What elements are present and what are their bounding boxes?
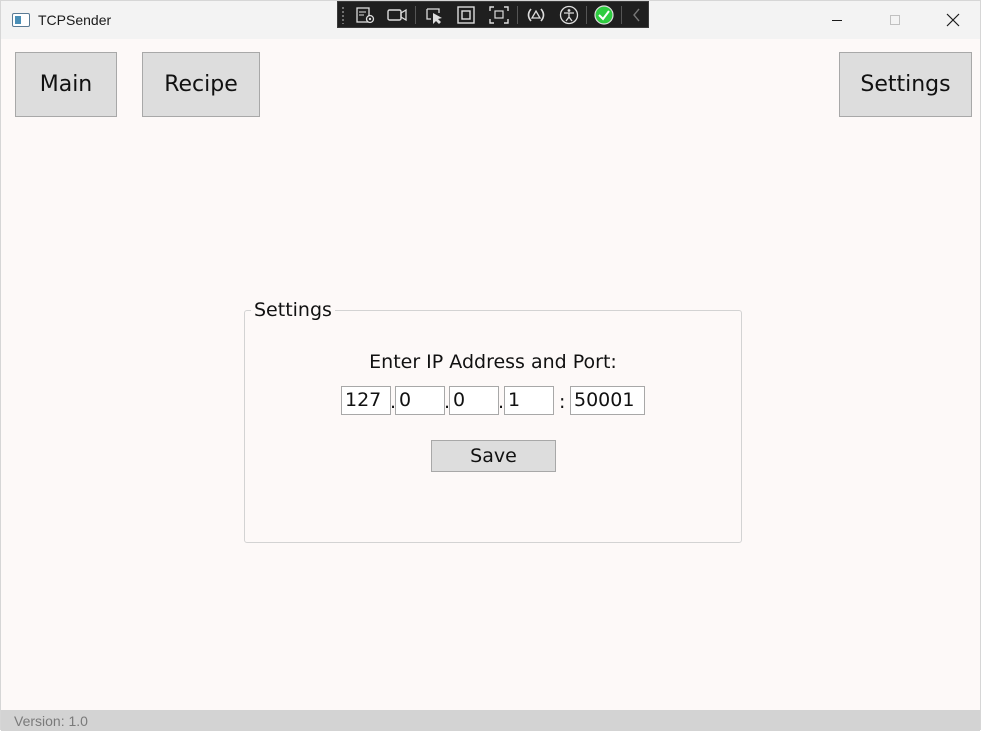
binding-failures-icon[interactable] [525,5,547,25]
ip-octet-2-input[interactable]: 0 [395,386,445,415]
display-layout-adorners-icon[interactable] [455,5,477,25]
toolbar-separator [517,6,518,24]
main-button[interactable]: Main [15,52,117,117]
toolbar-separator [415,6,416,24]
debug-toolbar [337,1,649,28]
ip-octet-3-input[interactable]: 0 [449,386,499,415]
recipe-button[interactable]: Recipe [142,52,260,117]
window-title: TCPSender [38,12,112,28]
close-icon [946,13,960,27]
toolbar-separator [621,6,622,24]
checkmark-icon[interactable] [593,5,615,25]
title-bar: TCPSender [1,1,980,39]
settings-groupbox [244,310,742,543]
track-focus-icon[interactable] [488,5,510,25]
maximize-button[interactable] [866,1,924,39]
live-visual-tree-icon[interactable] [354,5,376,25]
port-colon-separator: : [559,391,566,413]
accessibility-icon[interactable] [558,5,580,25]
settings-button[interactable]: Settings [839,52,972,117]
status-bar: Version: 1.0 [1,710,980,731]
minimize-icon [832,20,842,21]
collapse-chevron-icon[interactable] [626,5,648,25]
main-window: TCPSender Main Recipe Settings Settings … [0,0,981,731]
app-window-icon [12,13,30,27]
minimize-button[interactable] [808,1,866,39]
ip-port-prompt: Enter IP Address and Port: [369,351,617,373]
maximize-icon [890,15,900,25]
toolbar-grip[interactable] [341,6,345,24]
settings-group-header: Settings [251,299,335,321]
record-icon[interactable] [386,5,408,25]
select-element-icon[interactable] [424,5,446,25]
ip-octet-1-input[interactable]: 127 [341,386,391,415]
toolbar-separator [586,6,587,24]
close-button[interactable] [924,1,981,39]
save-button[interactable]: Save [431,440,556,472]
ip-octet-4-input[interactable]: 1 [504,386,554,415]
version-label: Version: 1.0 [14,713,88,729]
port-input[interactable]: 50001 [570,386,645,415]
